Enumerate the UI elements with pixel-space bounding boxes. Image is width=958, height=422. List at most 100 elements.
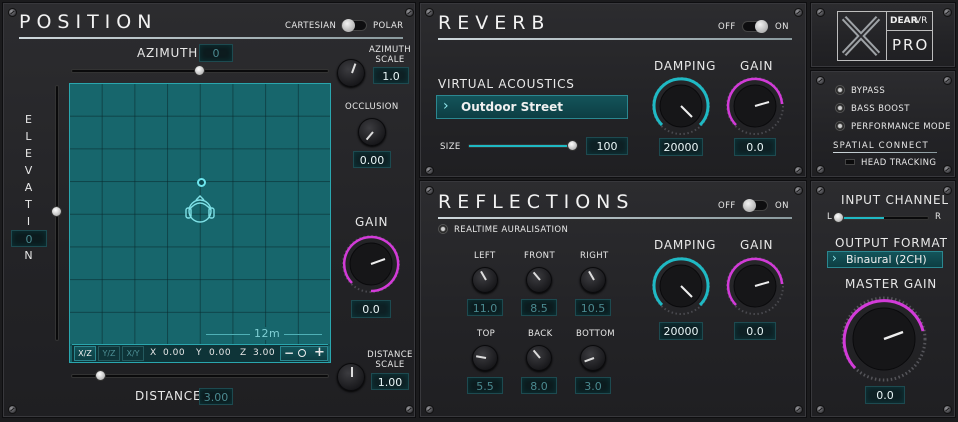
position-panel: POSITION CARTESIAN POLAR AZIMUTH 0 AZIMU… xyxy=(2,2,416,418)
coordinate-mode-toggle[interactable] xyxy=(341,19,367,32)
reflections-off-label: OFF xyxy=(718,201,736,211)
front-knob[interactable] xyxy=(526,267,552,293)
title-underline xyxy=(438,38,792,40)
screw-icon xyxy=(425,405,434,414)
reverb-gain-value[interactable]: 0.0 xyxy=(734,138,776,156)
size-slider[interactable] xyxy=(468,144,578,148)
reflections-title: REFLECTIONS xyxy=(438,191,635,213)
front-value[interactable]: 8.5 xyxy=(521,299,557,316)
elevation-slider-thumb[interactable] xyxy=(51,206,62,217)
realtime-auralisation-label: REALTIME AURALISATION xyxy=(454,225,569,235)
coord-y-value[interactable]: 0.00 xyxy=(209,348,231,358)
realtime-auralisation-radio[interactable] xyxy=(438,224,448,234)
zoom-in-button[interactable]: + xyxy=(314,345,325,360)
back-knob[interactable] xyxy=(526,345,552,371)
screw-icon xyxy=(794,166,803,175)
master-gain-label: MASTER GAIN xyxy=(845,277,938,291)
screw-icon xyxy=(405,405,414,414)
bottom-value[interactable]: 3.0 xyxy=(575,377,611,394)
size-value[interactable]: 100 xyxy=(586,137,628,155)
size-slider-fill xyxy=(469,145,574,147)
screw-icon xyxy=(794,405,803,414)
zoom-out-button[interactable]: − xyxy=(284,346,295,360)
chevron-right-icon: › xyxy=(832,251,837,265)
distance-slider[interactable] xyxy=(71,374,329,378)
source-dot-icon[interactable] xyxy=(197,178,206,187)
occlusion-value[interactable]: 0.00 xyxy=(353,151,391,168)
reverb-toggle[interactable] xyxy=(742,20,768,33)
listener-head-icon xyxy=(183,194,217,228)
reflections-toggle[interactable] xyxy=(742,199,768,212)
input-right-label: R xyxy=(935,212,942,222)
right-knob[interactable] xyxy=(580,267,606,293)
back-value[interactable]: 8.0 xyxy=(521,377,557,394)
reflections-panel: REFLECTIONS OFF ON REALTIME AURALISATION… xyxy=(419,180,807,418)
occlusion-knob[interactable] xyxy=(358,118,386,146)
screw-icon xyxy=(425,186,434,195)
output-format-label: OUTPUT FORMAT xyxy=(835,236,948,250)
head-tracking-checkbox[interactable] xyxy=(845,159,855,165)
azimuth-slider-thumb[interactable] xyxy=(194,65,205,76)
position-gain-knob[interactable] xyxy=(340,233,402,295)
chevron-right-icon: › xyxy=(443,98,449,114)
reflections-damping-value[interactable]: 20000 xyxy=(659,322,703,340)
reflections-gain-value[interactable]: 0.0 xyxy=(734,322,776,340)
grid-scale-label: 12m xyxy=(250,327,285,340)
distance-scale-knob[interactable] xyxy=(337,363,365,391)
position-grid[interactable]: 12m X/Z Y/Z X/Y X 0.00 Y 0.00 Z 3.00 − + xyxy=(69,83,331,363)
reverb-gain-label: GAIN xyxy=(740,59,774,73)
size-slider-thumb[interactable] xyxy=(566,140,578,151)
distance-value[interactable]: 3.00 xyxy=(199,388,233,405)
position-gain-value[interactable]: 0.0 xyxy=(351,300,391,318)
right-value[interactable]: 10.5 xyxy=(575,299,611,316)
size-label: SIZE xyxy=(440,142,461,152)
distance-slider-thumb[interactable] xyxy=(95,370,106,381)
brand-panel: DEAR VR PRO xyxy=(810,2,956,68)
reverb-damping-value[interactable]: 20000 xyxy=(659,138,703,156)
view-button-yz[interactable]: Y/Z xyxy=(98,346,120,361)
distance-scale-label: DISTANCE SCALE xyxy=(367,350,413,370)
master-gain-value[interactable]: 0.0 xyxy=(865,386,905,404)
reverb-gain-knob[interactable] xyxy=(724,75,786,137)
azimuth-value[interactable]: 0 xyxy=(199,44,233,62)
reverb-damping-knob[interactable] xyxy=(650,75,712,137)
screw-icon xyxy=(425,166,434,175)
output-panel: INPUT CHANNEL L R OUTPUT FORMAT › Binaur… xyxy=(810,180,956,418)
screw-icon xyxy=(8,8,17,17)
azimuth-scale-value[interactable]: 1.0 xyxy=(373,67,409,84)
left-knob[interactable] xyxy=(472,267,498,293)
title-underline xyxy=(19,37,403,39)
performance-mode-radio[interactable] xyxy=(835,121,845,131)
elevation-value[interactable]: 0 xyxy=(11,230,47,247)
output-format-dropdown[interactable]: › Binaural (2CH) xyxy=(827,251,943,268)
title-underline xyxy=(438,217,792,219)
reverb-off-label: OFF xyxy=(718,22,736,32)
distance-scale-value[interactable]: 1.00 xyxy=(371,373,409,390)
input-channel-fill xyxy=(838,217,884,219)
azimuth-scale-label: AZIMUTH SCALE xyxy=(368,45,412,65)
reflections-gain-knob[interactable] xyxy=(724,255,786,317)
coord-z-value[interactable]: 3.00 xyxy=(253,348,275,358)
azimuth-scale-knob[interactable] xyxy=(337,59,365,87)
bypass-radio[interactable] xyxy=(835,85,845,95)
top-knob[interactable] xyxy=(472,345,498,371)
acoustics-preset-dropdown[interactable]: › Outdoor Street xyxy=(436,95,628,119)
view-button-xy[interactable]: X/Y xyxy=(122,346,144,361)
master-gain-knob[interactable] xyxy=(839,294,929,384)
reflections-damping-knob[interactable] xyxy=(650,255,712,317)
coord-x-value[interactable]: 0.00 xyxy=(163,348,185,358)
virtual-acoustics-label: VIRTUAL ACOUSTICS xyxy=(438,77,575,91)
view-button-xz[interactable]: X/Z xyxy=(74,346,96,361)
x-logo-icon xyxy=(841,15,881,57)
bass-boost-radio[interactable] xyxy=(835,103,845,113)
right-label: RIGHT xyxy=(580,251,609,261)
back-label: BACK xyxy=(528,329,553,339)
logo-text-pro: PRO xyxy=(892,36,930,54)
left-value[interactable]: 11.0 xyxy=(467,299,503,316)
screw-icon xyxy=(816,76,825,85)
options-panel: BYPASS BASS BOOST PERFORMANCE MODE SPATI… xyxy=(810,70,956,178)
input-channel-thumb[interactable] xyxy=(833,212,844,223)
spatial-connect-label: SPATIAL CONNECT xyxy=(833,141,929,151)
bottom-knob[interactable] xyxy=(580,345,606,371)
top-value[interactable]: 5.5 xyxy=(467,377,503,394)
